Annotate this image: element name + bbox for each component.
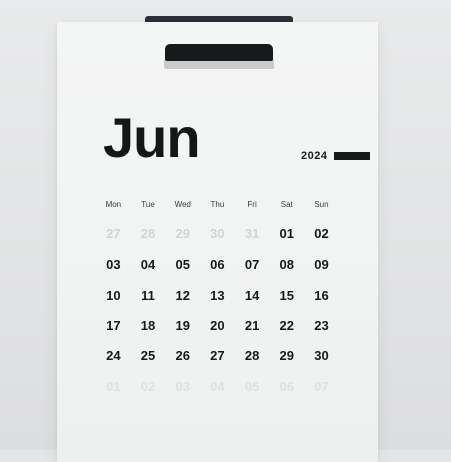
day-cell: 31 bbox=[244, 226, 260, 241]
week-row: 01 02 03 04 05 06 07 bbox=[96, 379, 339, 395]
day-cell: 21 bbox=[244, 318, 260, 333]
day-cell: 29 bbox=[175, 226, 190, 241]
day-cell: 09 bbox=[314, 257, 329, 272]
day-cell: 06 bbox=[279, 379, 295, 394]
week-row: 24 25 26 27 28 29 30 bbox=[96, 348, 339, 364]
day-cell: 03 bbox=[106, 257, 121, 272]
day-cell: 18 bbox=[140, 318, 156, 333]
day-cell: 02 bbox=[314, 226, 329, 241]
day-cell: 15 bbox=[279, 288, 295, 303]
day-cell: 07 bbox=[244, 257, 260, 272]
day-cell: 02 bbox=[140, 379, 156, 394]
weekday-fri: Fri bbox=[247, 200, 257, 209]
weekday-sun: Sun bbox=[314, 200, 329, 209]
day-cell: 04 bbox=[140, 257, 156, 272]
calendar-sheet: Jun 2024 Mon Tue Wed Thu Fri Sat Sun 27 … bbox=[57, 22, 378, 462]
day-cell: 19 bbox=[175, 318, 190, 333]
week-row: 10 11 12 13 14 15 16 bbox=[96, 288, 339, 304]
day-cell: 01 bbox=[279, 226, 295, 241]
weekday-wed: Wed bbox=[174, 200, 191, 209]
weekday-sat: Sat bbox=[280, 200, 293, 209]
weekday-tue: Tue bbox=[141, 200, 155, 209]
day-cell: 04 bbox=[210, 379, 225, 394]
day-cell: 13 bbox=[210, 288, 225, 303]
weekday-mon: Mon bbox=[105, 200, 122, 209]
day-cell: 01 bbox=[106, 379, 121, 394]
day-cell: 08 bbox=[279, 257, 295, 272]
day-cell: 16 bbox=[314, 288, 329, 303]
day-cell: 05 bbox=[175, 257, 190, 272]
day-cell: 26 bbox=[175, 348, 190, 363]
day-cell: 06 bbox=[210, 257, 225, 272]
day-cell: 22 bbox=[279, 318, 295, 333]
day-cell: 05 bbox=[244, 379, 260, 394]
day-cell: 27 bbox=[106, 226, 121, 241]
day-cell: 14 bbox=[244, 288, 260, 303]
day-cell: 11 bbox=[141, 288, 155, 303]
day-cell: 30 bbox=[314, 348, 329, 363]
week-row: 03 04 05 06 07 08 09 bbox=[96, 257, 339, 273]
year-label: 2024 bbox=[301, 150, 328, 162]
day-cell: 07 bbox=[314, 379, 329, 394]
day-cell: 20 bbox=[210, 318, 225, 333]
weekday-header: Mon Tue Wed Thu Fri Sat Sun bbox=[96, 200, 339, 209]
day-cell: 03 bbox=[175, 379, 190, 394]
month-title: Jun bbox=[103, 106, 201, 169]
day-cell: 28 bbox=[140, 226, 156, 241]
day-cell: 24 bbox=[106, 348, 121, 363]
binder-clip bbox=[165, 44, 273, 61]
day-cell: 28 bbox=[244, 348, 260, 363]
day-cell: 30 bbox=[210, 226, 225, 241]
week-row: 27 28 29 30 31 01 02 bbox=[96, 226, 339, 242]
week-row: 17 18 19 20 21 22 23 bbox=[96, 318, 339, 334]
day-cell: 12 bbox=[175, 288, 190, 303]
day-cell: 27 bbox=[210, 348, 225, 363]
day-cell: 23 bbox=[314, 318, 329, 333]
day-cell: 25 bbox=[140, 348, 156, 363]
year-bar bbox=[334, 152, 370, 160]
day-cell: 10 bbox=[106, 288, 121, 303]
weekday-thu: Thu bbox=[210, 200, 225, 209]
day-cell: 17 bbox=[106, 318, 121, 333]
day-cell: 29 bbox=[279, 348, 295, 363]
